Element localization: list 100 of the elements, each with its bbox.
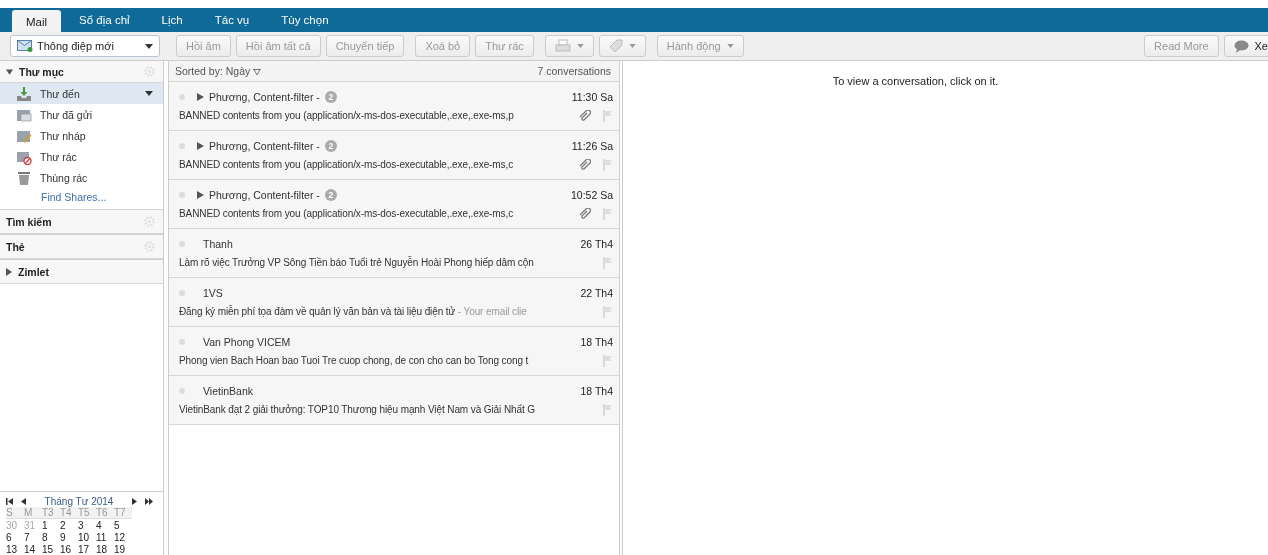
conversation-count: 7 conversations [537,65,611,77]
tag-button[interactable] [598,35,646,57]
message-time: 11:30 Sa [571,90,613,103]
flag-icon[interactable] [603,403,613,416]
flag-icon[interactable] [603,354,613,367]
gear-icon[interactable] [144,216,155,227]
weekday-label: T7 [114,507,132,519]
weekday-label: T4 [60,507,78,519]
unread-dot[interactable] [179,289,185,296]
message-subject: VietinBank đạt 2 giải thưởng: TOP10 Thương hiệu mạnh Việt Nam và Giải Nhất G [179,404,536,415]
printer-icon [554,39,571,53]
message-subject: Đăng ký miễn phí tọa đàm về quản lý văn bản và tài liệu điện tử - Your email clie [179,306,528,317]
print-button[interactable] [544,35,594,57]
folder-item[interactable]: Thư nháp [0,125,163,146]
unread-dot[interactable] [179,93,185,100]
calendar-day[interactable]: 19 [114,544,132,555]
calendar-day[interactable]: 7 [24,532,42,543]
app-tab[interactable]: Sổ địa chỉ [65,10,144,32]
message-time: 22 Th4 [580,286,613,299]
message-subject: BANNED contents from you (application/x-ms-dos-executable,.exe,.exe-ms,c [179,208,515,219]
calendar-day[interactable]: 8 [42,532,60,543]
message-row[interactable]: Van Phong VICEM 18 Th4 Phong vien Bach Hoan bao Tuoi Tre cuop chong, de con cho can bo Tong cong t [169,327,619,376]
inbox-icon [16,85,32,102]
find-shares-link[interactable]: Find Shares... [0,188,163,209]
calendar-day[interactable]: 5 [114,520,132,531]
flag-icon[interactable] [603,207,613,220]
message-row[interactable]: Phương, Content-filter - 2 11:26 Sa BANNED contents from you (application/x-ms-dos-executable,.exe,.exe-ms,c [169,131,619,180]
calendar-day[interactable]: 4 [96,520,114,531]
message-row[interactable]: Phương, Content-filter - 2 11:30 Sa BANNED contents from you (application/x-ms-dos-executable,.exe,.exe-ms,p [169,82,619,131]
expand-icon[interactable] [197,190,204,199]
unread-dot[interactable] [179,387,185,394]
calendar-month: Tháng Tư 2014 [44,496,114,507]
new-message-button[interactable]: Thông điệp mới [10,35,160,57]
folder-item[interactable]: Thư đã gửi [0,104,163,125]
gear-icon[interactable] [144,66,155,77]
next-icon[interactable] [132,498,137,505]
message-sender: Phương, Content-filter - [209,90,320,103]
calendar-day[interactable]: 16 [60,544,78,555]
flag-icon[interactable] [603,158,613,171]
collapse-icon [6,68,13,75]
sort-label[interactable]: Sorted by: Ngày [175,65,262,77]
section-header[interactable]: Tìm kiếm [6,215,52,228]
unread-dot[interactable] [179,240,185,247]
count-badge: 2 [324,139,337,152]
calendar-day[interactable]: 18 [96,544,114,555]
flag-icon[interactable] [603,305,613,318]
folder-item[interactable]: Thư đến [0,83,163,104]
app-tab[interactable]: Mail [12,10,62,32]
section-header[interactable]: Thẻ [6,240,25,253]
calendar-day[interactable]: 13 [6,544,24,555]
message-subject: BANNED contents from you (application/x-ms-dos-executable,.exe,.exe-ms,p [179,110,515,121]
calendar-day[interactable]: 10 [78,532,96,543]
expand-icon[interactable] [197,92,204,101]
weekday-label: M [24,507,42,519]
calendar-day[interactable]: 6 [6,532,24,543]
calendar-day[interactable]: 17 [78,544,96,555]
weekday-label: T3 [42,507,60,519]
app-tab[interactable]: Tác vụ [200,10,264,32]
unread-dot[interactable] [179,191,185,198]
folder-item[interactable]: Thùng rác [0,167,163,188]
folder-item[interactable]: Thư rác [0,146,163,167]
caret-icon [628,44,636,48]
calendar-day[interactable]: 12 [114,532,132,543]
previous-icon[interactable] [21,498,26,505]
last-icon[interactable] [145,498,153,505]
message-row[interactable]: Phương, Content-filter - 2 10:52 Sa BANNED contents from you (application/x-ms-dos-executable,.exe,.exe-ms,c [169,180,619,229]
app-tab[interactable]: Lịch [147,10,197,32]
gear-icon[interactable] [144,241,155,252]
calendar-day[interactable]: 14 [24,544,42,555]
unread-dot[interactable] [179,338,185,345]
message-time: 18 Th4 [580,335,613,348]
calendar-day[interactable]: 9 [60,532,78,543]
caret-icon [145,43,153,49]
calendar-day[interactable]: 2 [60,520,78,531]
message-sender: Phương, Content-filter - [209,139,320,152]
flag-icon[interactable] [603,109,613,122]
message-row[interactable]: 1VS 22 Th4 Đăng ký miễn phí tọa đàm về quản lý văn bản và tài liệu điện tử - Your email clie [169,278,619,327]
app-tab[interactable]: Tùy chọn [267,10,343,32]
speech-bubble-icon [1233,39,1249,53]
envelope-icon [17,40,33,52]
message-sender: Thanh [203,237,233,250]
calendar-day[interactable]: 15 [42,544,60,555]
view-button[interactable]: Xe [1223,35,1268,57]
first-icon[interactable] [6,498,13,505]
message-row[interactable]: Thanh 26 Th4 Làm rõ việc Trưởng VP Sông Tiền báo Tuổi trẻ Nguyễn Hoài Phong hiếp dâm cộn [169,229,619,278]
expand-icon[interactable] [197,141,204,150]
section-header[interactable]: Zimlet [6,265,49,278]
calendar-day[interactable]: 11 [96,532,114,543]
unread-dot[interactable] [179,142,185,149]
calendar-day[interactable]: 1 [42,520,60,531]
message-sender: Van Phong VICEM [203,335,291,348]
calendar-day[interactable]: 3 [78,520,96,531]
flag-icon[interactable] [603,256,613,269]
message-time: 11:26 Sa [571,139,613,152]
sort-icon [253,69,262,75]
caret-icon [145,91,153,96]
reading-pane-hint: To view a conversation, click on it. [832,75,999,89]
message-sender: 1VS [203,286,223,299]
message-row[interactable]: VietinBank 18 Th4 VietinBank đạt 2 giải thưởng: TOP10 Thương hiệu mạnh Việt Nam và Giải Nhất G [169,376,619,425]
message-time: 18 Th4 [580,384,613,397]
